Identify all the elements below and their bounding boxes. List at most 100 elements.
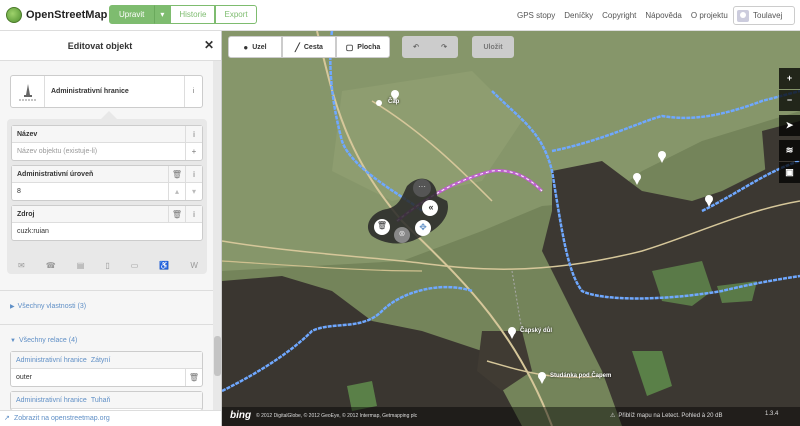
add-localized-name-icon[interactable]: + xyxy=(185,143,202,160)
increment-icon[interactable]: ▾ xyxy=(185,183,202,200)
undo-button[interactable]: ↶ xyxy=(402,36,430,58)
preset-button[interactable]: Administrativní hranice i xyxy=(10,75,203,108)
relation-type[interactable]: Administrativní hranice xyxy=(16,357,87,364)
place-label[interactable]: Čap xyxy=(388,99,399,105)
undo-icon: ↶ xyxy=(413,44,419,51)
expand-icon: ▶ xyxy=(10,304,15,310)
admin-level-info-icon[interactable]: i xyxy=(185,166,202,183)
name-info-icon[interactable]: i xyxy=(185,126,202,143)
sidebar-title: Editovat objekt xyxy=(67,41,133,51)
sidebar: Editovat objekt ✕ Administrativní hranic… xyxy=(0,31,222,426)
source-input[interactable]: cuzk:ruian xyxy=(12,223,202,240)
fax-icon[interactable]: ☎ xyxy=(46,261,56,270)
satellite-imagery xyxy=(222,31,800,426)
osm-logo-icon xyxy=(6,7,22,23)
status-text: Přiblíž mapu na Letect. Pohled à 20 dB xyxy=(618,412,723,419)
note-icon[interactable]: ▤ xyxy=(77,261,85,270)
name-field: Název i Název objektu (existuje-li) + xyxy=(11,125,203,161)
move-icon[interactable]: ✥ xyxy=(417,222,429,234)
website-icon[interactable]: ▭ xyxy=(131,261,139,270)
preset-info-icon[interactable]: i xyxy=(184,76,202,107)
more-icon[interactable]: ⋯ xyxy=(416,182,428,194)
sidebar-header: Editovat objekt ✕ xyxy=(0,31,221,61)
avatar xyxy=(737,9,749,22)
name-input[interactable]: Název objektu (existuje-li) xyxy=(12,143,202,160)
map-canvas[interactable]: Čap Čapský důl Studánka pod Čapem ⋯ « 🗑 … xyxy=(222,31,800,426)
place-label[interactable]: Studánka pod Čapem xyxy=(550,373,611,379)
place-label[interactable]: Čapský důl xyxy=(520,328,552,334)
redo-icon: ↷ xyxy=(441,44,447,51)
version-label[interactable]: 1.3.4 xyxy=(765,411,778,417)
all-relations-toggle[interactable]: ▼ Všechny relace (4) xyxy=(10,337,77,344)
disconnect-icon[interactable]: ⊗ xyxy=(396,229,408,241)
user-menu[interactable]: Toulavej xyxy=(733,6,795,25)
imagery-attribution[interactable]: © 2012 DigitalGlobe, © 2012 GeoEye, © 20… xyxy=(256,413,417,419)
relation-header[interactable]: Administrativní hranice Zátyní xyxy=(11,352,202,369)
edit-button[interactable]: Upravit xyxy=(109,5,155,24)
close-icon[interactable]: ✕ xyxy=(204,38,214,52)
edit-dropdown-caret[interactable]: ▾ xyxy=(154,5,171,24)
add-area-label: Plocha xyxy=(357,43,381,51)
add-point-button[interactable]: ● Uzel xyxy=(228,36,282,58)
mode-buttons: Upravit ▾ Historie Export xyxy=(109,5,257,24)
divider xyxy=(0,290,213,291)
nav-about[interactable]: O projektu xyxy=(691,11,728,20)
sidebar-scrollbar[interactable] xyxy=(213,61,221,413)
admin-level-delete-icon[interactable]: 🗑 xyxy=(168,166,185,183)
app-name: OpenStreetMap xyxy=(26,9,108,21)
email-icon[interactable]: ✉ xyxy=(18,261,25,270)
top-bar: OpenStreetMap Upravit ▾ Historie Export … xyxy=(0,0,800,31)
relation-type[interactable]: Administrativní hranice xyxy=(16,397,87,404)
save-button[interactable]: Uložit xyxy=(472,36,514,58)
add-line-button[interactable]: ╱ Cesta xyxy=(282,36,336,58)
relation-role-input[interactable]: outer xyxy=(11,369,202,386)
warning-icon: ⚠ xyxy=(610,413,616,419)
nav-copyright[interactable]: Copyright xyxy=(602,11,636,20)
wheelchair-icon[interactable]: ♿ xyxy=(159,261,169,270)
all-tags-label: Všechny vlastnosti (3) xyxy=(17,303,87,310)
add-line-label: Cesta xyxy=(303,43,323,51)
redo-button[interactable]: ↷ xyxy=(430,36,458,58)
admin-level-field: Administrativní úroveň 🗑 i 8 ▴ ▾ xyxy=(11,165,203,201)
wikipedia-icon[interactable]: W xyxy=(190,261,198,270)
scrollbar-thumb[interactable] xyxy=(214,336,221,376)
all-tags-toggle[interactable]: ▶ Všechny vlastnosti (3) xyxy=(10,303,86,310)
line-icon: ╱ xyxy=(295,42,300,52)
reverse-icon[interactable]: « xyxy=(425,202,437,214)
all-relations-label: Všechny relace (4) xyxy=(18,337,78,344)
zoom-in-icon[interactable]: + xyxy=(779,68,800,89)
nav-help[interactable]: Nápověda xyxy=(645,11,681,20)
source-info-icon[interactable]: i xyxy=(185,206,202,223)
view-on-osm-link[interactable]: ↗ Zobrazit na openstreetmap.org xyxy=(0,410,221,426)
user-name: Toulavej xyxy=(753,11,783,20)
collapse-icon: ▼ xyxy=(10,338,16,344)
map-footer: bing © 2012 DigitalGlobe, © 2012 GeoEye,… xyxy=(222,407,800,426)
geolocate-icon[interactable]: ➤ xyxy=(779,115,800,136)
nav-diaries[interactable]: Deníčky xyxy=(564,11,593,20)
export-button[interactable]: Export xyxy=(215,5,257,24)
delete-icon[interactable]: 🗑 xyxy=(376,221,388,233)
relation-header[interactable]: Administrativní hranice Tuhaň xyxy=(11,392,202,409)
add-point-label: Uzel xyxy=(252,43,267,51)
name-field-label: Název xyxy=(12,126,202,143)
map-controls: + − ➤ ≋ ▣ xyxy=(779,68,800,184)
view-on-osm-label[interactable]: Zobrazit na openstreetmap.org xyxy=(14,415,110,422)
trash-icon[interactable]: 🗑 xyxy=(185,369,202,386)
more-fields-icons: ✉ ☎ ▤ ▯ ▭ ♿ W xyxy=(18,261,198,270)
top-nav: GPS stopy Deníčky Copyright Nápověda O p… xyxy=(517,11,728,20)
zoom-out-icon[interactable]: − xyxy=(779,90,800,111)
layers-icon[interactable]: ≋ xyxy=(779,140,800,161)
phone-icon[interactable]: ▯ xyxy=(105,261,109,270)
osm-logo[interactable]: OpenStreetMap xyxy=(6,7,107,23)
add-area-button[interactable]: ▢ Plocha xyxy=(336,36,390,58)
map-toolbar: ● Uzel ╱ Cesta ▢ Plocha ↶ ↷ Uložit xyxy=(228,36,514,58)
relation-name[interactable]: Tuhaň xyxy=(91,397,111,404)
relation-name[interactable]: Zátyní xyxy=(91,357,110,364)
nav-gps-traces[interactable]: GPS stopy xyxy=(517,11,555,20)
map-data-icon[interactable]: ▣ xyxy=(779,162,800,183)
decrement-icon[interactable]: ▴ xyxy=(168,183,185,200)
history-button[interactable]: Historie xyxy=(170,5,216,24)
relation-item: Administrativní hranice Tuhaň xyxy=(10,391,203,411)
source-delete-icon[interactable]: 🗑 xyxy=(168,206,185,223)
footer-status: ⚠ Přiblíž mapu na Letect. Pohled à 20 dB… xyxy=(610,411,778,419)
